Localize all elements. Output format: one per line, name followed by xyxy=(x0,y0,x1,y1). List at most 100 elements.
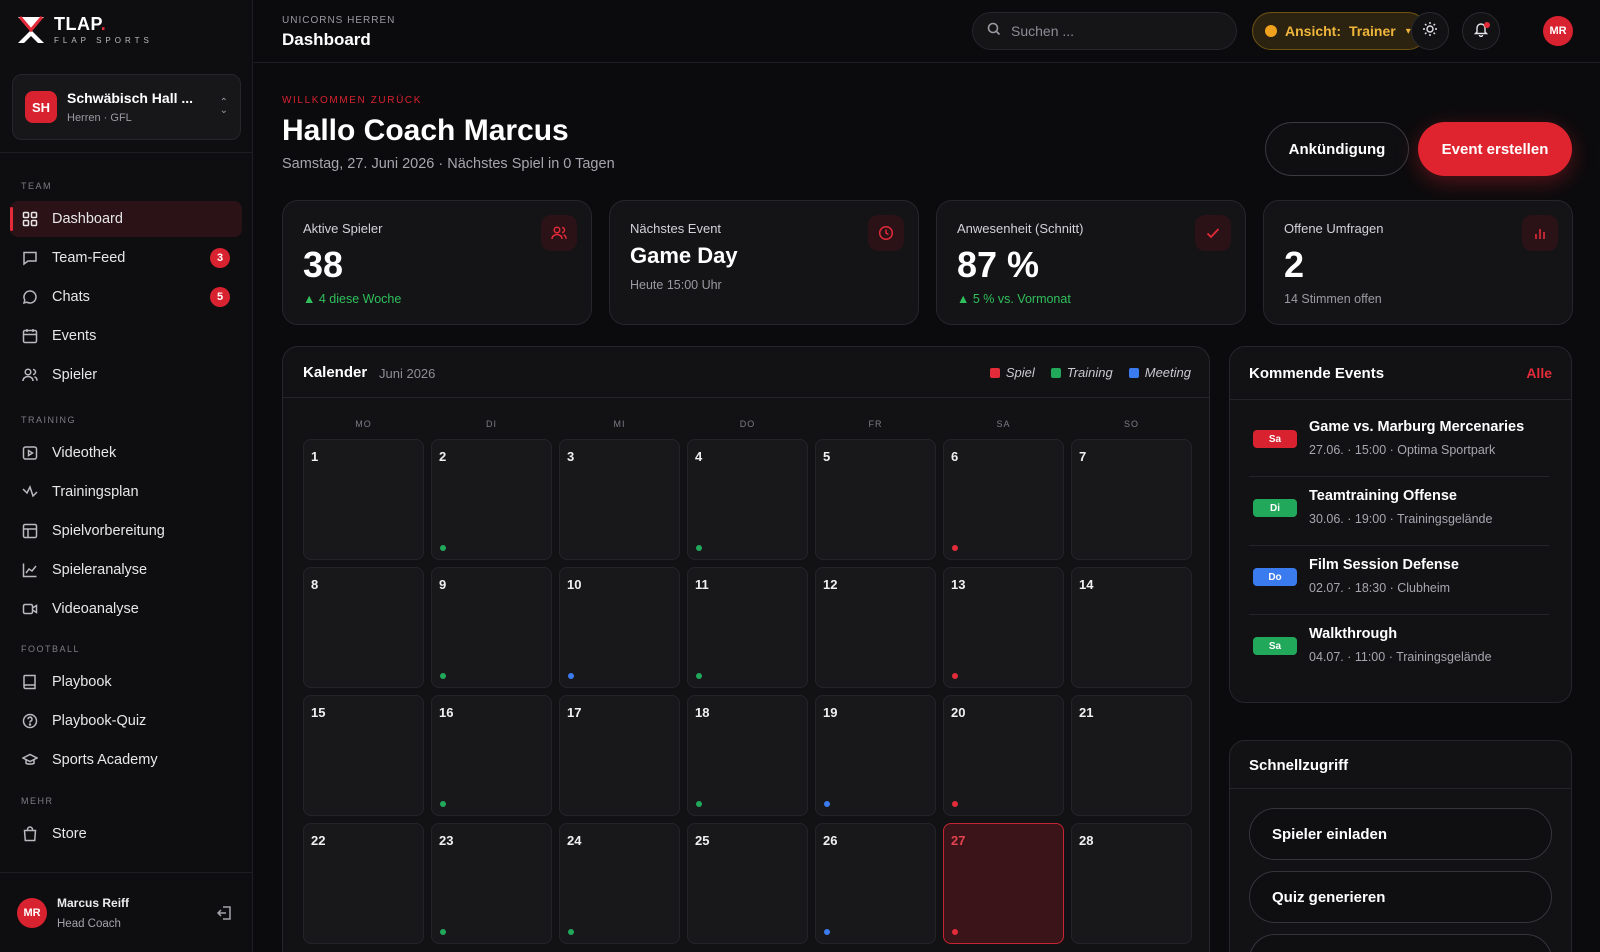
event-name: Walkthrough xyxy=(1309,626,1398,642)
sidebar-item-videothek[interactable]: Videothek xyxy=(10,435,242,471)
event-item[interactable]: Sa Walkthrough 04.07. · 11:00 · Training… xyxy=(1249,616,1549,684)
divider xyxy=(0,872,253,873)
sidebar-item-label: Chats xyxy=(52,289,90,305)
calendar-day[interactable]: 25 xyxy=(687,823,808,944)
calendar-day-today[interactable]: 27 xyxy=(943,823,1064,944)
theme-toggle-button[interactable] xyxy=(1411,12,1449,50)
legend-swatch xyxy=(989,367,1000,378)
calendar-day[interactable]: 15 xyxy=(303,695,424,816)
sidebar-item-playbook[interactable]: Playbook xyxy=(10,664,242,700)
clock-icon xyxy=(868,215,904,251)
search-input[interactable] xyxy=(1011,23,1211,39)
unread-badge: 3 xyxy=(210,248,230,268)
calendar-day[interactable]: 12 xyxy=(815,567,936,688)
event-dot-training xyxy=(440,801,446,807)
legend-label: Training xyxy=(1066,365,1113,380)
team-switcher[interactable]: SH Schwäbisch Hall ... Herren · GFL ⌃ ⌄ xyxy=(12,74,241,140)
sidebar-item-playbook-quiz[interactable]: Playbook-Quiz xyxy=(10,703,242,739)
calendar-day[interactable]: 28 xyxy=(1071,823,1192,944)
sidebar-item-spielvorbereitung[interactable]: Spielvorbereitung xyxy=(10,513,242,549)
calendar-day[interactable]: 7 xyxy=(1071,439,1192,560)
calendar-day[interactable]: 23 xyxy=(431,823,552,944)
generate-quiz-button[interactable]: Quiz generieren xyxy=(1249,871,1552,923)
search-box[interactable] xyxy=(972,12,1237,50)
sidebar-item-label: Videothek xyxy=(52,445,117,461)
invite-players-button[interactable]: Spieler einladen xyxy=(1249,808,1552,860)
event-item[interactable]: Di Teamtraining Offense 30.06. · 19:00 ·… xyxy=(1249,478,1549,546)
brand-sub: FLAP SPORTS xyxy=(54,36,153,45)
calendar-day[interactable]: 18 xyxy=(687,695,808,816)
calendar-day[interactable]: 24 xyxy=(559,823,680,944)
calendar-day[interactable]: 4 xyxy=(687,439,808,560)
event-item[interactable]: Do Film Session Defense 02.07. · 18:30 ·… xyxy=(1249,547,1549,615)
sidebar-item-sports-academy[interactable]: Sports Academy xyxy=(10,742,242,778)
view-selector[interactable]: Ansicht: Trainer ▾ xyxy=(1252,12,1427,50)
sidebar-item-chats[interactable]: Chats 5 xyxy=(10,279,242,315)
legend-swatch xyxy=(1050,367,1061,378)
event-item[interactable]: Sa Game vs. Marburg Mercenaries 27.06. ·… xyxy=(1249,409,1549,477)
calendar-day[interactable]: 3 xyxy=(559,439,680,560)
bar-chart-icon xyxy=(1522,215,1558,251)
stat-card-attendance[interactable]: Anwesenheit (Schnitt) 87 % ▲ 5 % vs. Vor… xyxy=(936,200,1246,325)
event-dot-training xyxy=(696,545,702,551)
logout-icon[interactable] xyxy=(216,904,234,922)
unread-badge: 5 xyxy=(210,287,230,307)
event-dot-spiel xyxy=(952,801,958,807)
calendar-day[interactable]: 9 xyxy=(431,567,552,688)
calendar-day[interactable]: 10 xyxy=(559,567,680,688)
chevron-down-icon: ▾ xyxy=(1405,25,1411,37)
calendar-day[interactable]: 1 xyxy=(303,439,424,560)
quick-action-button[interactable] xyxy=(1249,934,1552,952)
sidebar-item-store[interactable]: Store xyxy=(10,816,242,852)
brand-logo[interactable]: TLAP. FLAP SPORTS xyxy=(16,14,153,45)
day-number: 22 xyxy=(311,833,326,848)
stat-card-active-players[interactable]: Aktive Spieler 38 ▲ 4 diese Woche xyxy=(282,200,592,325)
day-number: 18 xyxy=(695,705,710,720)
announcement-button[interactable]: Ankündigung xyxy=(1265,122,1409,176)
day-number: 7 xyxy=(1079,449,1087,464)
calendar-day[interactable]: 20 xyxy=(943,695,1064,816)
calendar-day[interactable]: 26 xyxy=(815,823,936,944)
sidebar-item-events[interactable]: Events xyxy=(10,318,242,354)
stat-card-open-polls[interactable]: Offene Umfragen 2 14 Stimmen offen xyxy=(1263,200,1573,325)
events-all-link[interactable]: Alle xyxy=(1526,365,1552,381)
calendar-day[interactable]: 16 xyxy=(431,695,552,816)
avatar[interactable]: MR xyxy=(1543,16,1573,46)
calendar-day[interactable]: 22 xyxy=(303,823,424,944)
sidebar-item-spieler[interactable]: Spieler xyxy=(10,357,242,393)
status-dot xyxy=(1265,25,1277,37)
calendar-day[interactable]: 14 xyxy=(1071,567,1192,688)
notifications-button[interactable] xyxy=(1462,12,1500,50)
calendar-day[interactable]: 2 xyxy=(431,439,552,560)
users-icon xyxy=(22,367,38,383)
sidebar-item-dashboard[interactable]: Dashboard xyxy=(10,201,242,237)
sidebar-item-label: Playbook-Quiz xyxy=(52,713,147,729)
page-title: Dashboard xyxy=(282,30,371,49)
calendar-day[interactable]: 19 xyxy=(815,695,936,816)
calendar-day[interactable]: 6 xyxy=(943,439,1064,560)
sidebar-item-spieleranalyse[interactable]: Spieleranalyse xyxy=(10,552,242,588)
create-event-button[interactable]: Event erstellen xyxy=(1418,122,1572,176)
weekday-badge: Do xyxy=(1253,568,1297,586)
book-icon xyxy=(22,674,38,690)
event-meta: 27.06. · 15:00 · Optima Sportpark xyxy=(1309,443,1496,457)
calendar-day[interactable]: 21 xyxy=(1071,695,1192,816)
legend-item-spiel: Spiel xyxy=(989,365,1035,380)
view-value: Trainer xyxy=(1349,23,1396,39)
calendar-icon xyxy=(22,328,38,344)
user-profile[interactable]: MR Marcus Reiff Head Coach xyxy=(17,896,129,930)
weekday-label: DO xyxy=(739,419,756,429)
calendar-day[interactable]: 17 xyxy=(559,695,680,816)
chat-bubble-icon xyxy=(22,289,38,305)
calendar-day[interactable]: 13 xyxy=(943,567,1064,688)
sidebar-item-videoanalyse[interactable]: Videoanalyse xyxy=(10,591,242,627)
weekday-label: FR xyxy=(868,419,883,429)
play-box-icon xyxy=(22,445,38,461)
sidebar-item-team-feed[interactable]: Team-Feed 3 xyxy=(10,240,242,276)
calendar-day[interactable]: 5 xyxy=(815,439,936,560)
stat-card-next-event[interactable]: Nächstes Event Game Day Heute 15:00 Uhr xyxy=(609,200,919,325)
calendar-day[interactable]: 8 xyxy=(303,567,424,688)
sidebar-item-trainingsplan[interactable]: Trainingsplan xyxy=(10,474,242,510)
grid-icon xyxy=(22,211,38,227)
calendar-day[interactable]: 11 xyxy=(687,567,808,688)
